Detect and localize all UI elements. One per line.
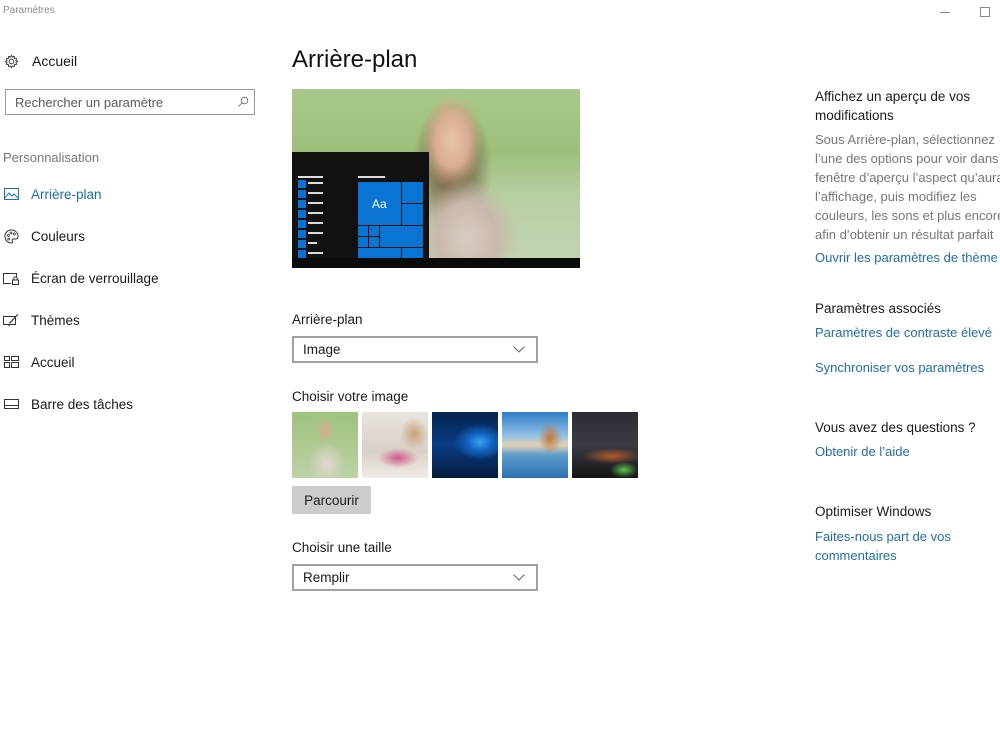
preview-taskbar — [292, 258, 580, 268]
palette-icon — [3, 228, 19, 244]
preview-help-text: Sous Arrière-plan, sélectionnez — [815, 132, 995, 147]
minimize-button[interactable] — [930, 2, 960, 22]
sidebar-item-label: Barre des tâches — [31, 396, 134, 412]
questions-heading: Vous avez des questions ? — [815, 420, 976, 435]
theme-settings-link[interactable]: Ouvrir les paramètres de thème — [815, 248, 1000, 267]
browse-button[interactable]: Parcourir — [292, 486, 371, 514]
preview-help-heading-1: Affichez un aperçu de vos — [815, 89, 971, 104]
search-input[interactable] — [6, 90, 232, 114]
sidebar-item-label: Couleurs — [31, 228, 86, 244]
sidebar-item-arriere-plan[interactable]: Arrière-plan — [3, 183, 102, 205]
thumbnail-night-sky-tent[interactable] — [572, 412, 638, 478]
gear-icon — [3, 53, 19, 69]
feedback-link[interactable]: Faites-nous part de vos commentaires — [815, 527, 1000, 565]
chevron-down-icon — [513, 345, 527, 355]
maximize-icon — [980, 7, 990, 17]
preview-help-text: l’une des options pour voir dans — [815, 151, 999, 166]
image-icon — [3, 186, 19, 202]
sidebar-item-ecran-de-verrouillage[interactable]: Écran de verrouillage — [3, 267, 159, 289]
related-settings-heading: Paramètres associés — [815, 301, 942, 316]
fit-value: Remplir — [303, 570, 350, 585]
get-help-link[interactable]: Obtenir de l’aide — [815, 442, 1000, 461]
taskbar-icon — [3, 396, 19, 412]
sidebar-item-barre-des-taches[interactable]: Barre des tâches — [3, 393, 133, 415]
maximize-button[interactable] — [970, 2, 1000, 22]
thumbnail-woman-on-bed[interactable] — [362, 412, 428, 478]
themes-icon — [3, 312, 19, 328]
fit-label: Choisir une taille — [292, 540, 392, 555]
image-thumbnails — [292, 412, 638, 478]
preview-help-text: fenêtre d’aperçu l’aspect qu’aura — [815, 170, 1000, 185]
high-contrast-link[interactable]: Paramètres de contraste élevé — [815, 323, 1000, 342]
minimize-icon — [940, 11, 950, 13]
preview-help-section: Affichez un aperçu de vos modifications … — [815, 87, 1000, 267]
lock-screen-icon — [3, 270, 19, 286]
choose-image-label: Choisir votre image — [292, 389, 409, 404]
page-title: Arrière-plan — [292, 46, 418, 73]
background-type-label: Arrière-plan — [292, 312, 363, 327]
sidebar-item-label: Accueil — [31, 354, 75, 370]
sidebar-item-accueil[interactable]: Accueil — [3, 351, 75, 373]
preview-help-text: couleurs, les sons et plus encore — [815, 208, 1000, 223]
start-icon — [3, 354, 19, 370]
thumbnail-beach-rocks[interactable] — [502, 412, 568, 478]
optimize-heading: Optimiser Windows — [815, 504, 932, 519]
section-personnalisation: Personnalisation — [3, 150, 100, 165]
preview-tile-text: Aa — [372, 197, 387, 211]
preview-help-heading-2: modifications — [815, 108, 894, 123]
search-icon[interactable] — [232, 96, 254, 108]
feedback-link-line[interactable]: commentaires — [815, 546, 1000, 565]
thumbnail-windows-10-hero[interactable] — [432, 412, 498, 478]
thumbnail-woman-by-lake[interactable] — [292, 412, 358, 478]
preview-help-text: afin d’obtenir un résultat parfait — [815, 227, 994, 242]
background-preview: Aa — [292, 89, 580, 268]
sync-settings-link[interactable]: Synchroniser vos paramètres — [815, 358, 1000, 377]
fit-dropdown[interactable]: Remplir — [292, 564, 538, 591]
chevron-down-icon — [513, 573, 527, 583]
sidebar-home-label: Accueil — [32, 53, 78, 69]
sidebar-item-couleurs[interactable]: Couleurs — [3, 225, 85, 247]
preview-start-menu: Aa — [292, 152, 429, 258]
sidebar-item-label: Thèmes — [31, 312, 80, 328]
background-type-value: Image — [303, 342, 341, 357]
search-box[interactable] — [5, 89, 255, 115]
feedback-link-line[interactable]: Faites-nous part de vos — [815, 527, 1000, 546]
sidebar-item-themes[interactable]: Thèmes — [3, 309, 80, 331]
sidebar-item-label: Écran de verrouillage — [31, 270, 159, 286]
sidebar-item-label: Arrière-plan — [31, 186, 102, 202]
background-type-dropdown[interactable]: Image — [292, 336, 538, 363]
preview-help-text: l’affichage, puis modifiez les — [815, 189, 977, 204]
sidebar-home[interactable]: Accueil — [3, 50, 77, 72]
window-title: Paramètres — [3, 5, 55, 16]
